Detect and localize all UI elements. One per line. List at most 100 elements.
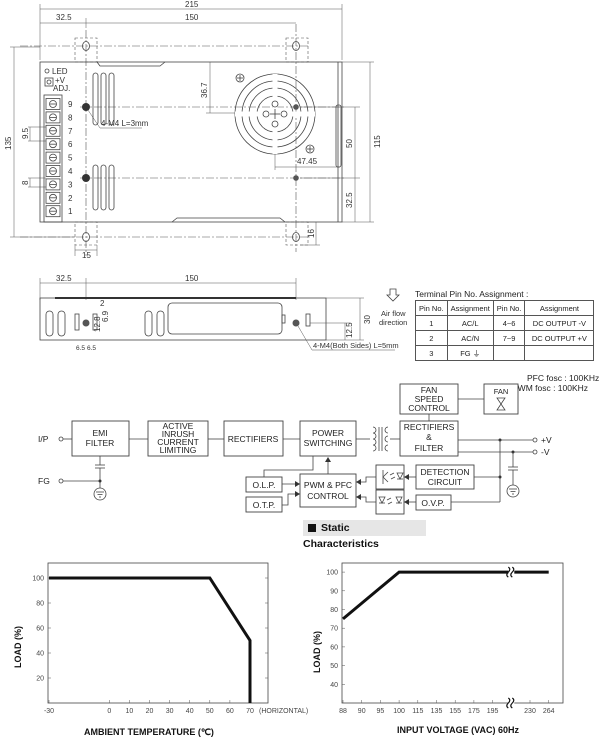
x-tick-label: 20 [146, 708, 154, 715]
detection-text: DETECTION [420, 467, 469, 477]
emi-filter-text: EMI [92, 428, 107, 438]
side-dim-pitch-a: 6.5 [76, 345, 85, 352]
y-tick-label: 100 [32, 576, 44, 583]
fan-speed-text: CONTROL [408, 403, 450, 413]
transformer-icon [372, 426, 389, 452]
table-cell: AC/L [446, 315, 494, 331]
pwm-pfc-text: PWM & PFC [304, 480, 352, 490]
chart-plot-area [341, 562, 564, 704]
terminal-pin-label: 2 [68, 194, 73, 203]
header-pin-no: Pin No. [415, 300, 448, 316]
terminal-pin-label: 8 [68, 113, 73, 122]
table-cell: 4~6 [492, 315, 526, 331]
terminal-pin-label: 7 [68, 127, 73, 136]
derating-line [49, 576, 252, 703]
chart-plot-area [47, 562, 269, 704]
side-view-drawing: 32.5 150 12.5 30 2 6.9 12.8 6.5 6.5 4-M4… [39, 274, 407, 352]
pwm-pfc-text: CONTROL [307, 491, 349, 501]
x-axis-label: INPUT VOLTAGE (VAC) 60Hz [397, 725, 520, 735]
dim-fan-offset-h: 47.45 [297, 157, 318, 166]
side-dim-pitch-b: 6.5 [87, 345, 96, 352]
dim-left-offset: 32.5 [56, 13, 72, 22]
y-tick-label: 80 [36, 601, 44, 608]
m4-hole-icon [293, 175, 299, 181]
emi-filter-text: FILTER [86, 438, 115, 448]
input-terminal-icon [58, 436, 64, 442]
top-view-drawing: 215 32.5 150 135 115 50 32.5 36.7 47.45 … [4, 0, 382, 260]
led-indicator-icon [44, 68, 50, 74]
table-row: 3 FG ⏚ [415, 345, 595, 361]
x-tick-label: 100 [393, 708, 405, 715]
x-tick-label: 115 [412, 708, 423, 715]
fan-grille [234, 73, 316, 155]
output-derating-vs-input-chart: LOAD (%) INPUT VOLTAGE (VAC) 60Hz 88 90 95… [312, 562, 564, 735]
x-tick-label: 175 [468, 708, 480, 715]
header-assignment: Assignment [446, 300, 494, 316]
x-tick-label: 60 [226, 708, 234, 715]
table-cell [524, 345, 595, 361]
terminal-pin-label: 5 [68, 154, 73, 163]
header-pin-no: Pin No. [492, 300, 526, 316]
voltage-adjust-pot-icon [44, 77, 54, 87]
table-cell: 2 [415, 330, 448, 346]
side-dim-height: 30 [363, 315, 372, 324]
side-dim-left-offset: 32.5 [56, 274, 72, 283]
terminal-pin-label: 6 [68, 140, 73, 149]
x-axis-note: (HORIZONTAL) [259, 708, 308, 715]
side-dim-screw-height: 12.5 [345, 322, 354, 338]
x-tick-label: -30 [44, 708, 54, 715]
output-neg-label: -V [541, 447, 550, 457]
table-cell [492, 345, 526, 361]
derating-curve-chart: LOAD (%) AMBIENT TEMPERATURE (℃) (HORIZO… [13, 562, 308, 737]
datasheet-drawing: 215 32.5 150 135 115 50 32.5 36.7 47.45 … [4, 0, 599, 737]
terminal-pin-label: 3 [68, 180, 73, 189]
terminal-pin-label: 9 [68, 100, 73, 109]
header-assignment: Assignment [524, 300, 595, 316]
side-m4-hole-icon [82, 319, 90, 327]
dim-tab-height: 16 [307, 229, 316, 238]
pwm-frequency: PWM fosc : 100KHz [512, 383, 588, 393]
y-tick-label: 60 [36, 626, 44, 633]
power-switching-text: POWER [312, 428, 344, 438]
rectifiers-text: RECTIFIERS [228, 434, 279, 444]
screw-note-top: 4-M4 L=3mm [101, 119, 149, 128]
x-tick-label: 155 [449, 708, 461, 715]
terminal-pin-table: Pin No. Assignment Pin No. Assignment 1A… [415, 300, 595, 361]
y-tick-label: 70 [330, 626, 338, 633]
terminal-pin-label: 1 [68, 207, 73, 216]
x-tick-label: 0 [107, 708, 111, 715]
table-cell: 3 [415, 345, 448, 361]
output-pos-label: +V [541, 435, 552, 445]
derating-line [342, 570, 549, 621]
fan-screw-icon [235, 73, 245, 83]
m4-hole-icon [293, 104, 299, 110]
side-dim-slot-height: 6.9 [101, 310, 110, 322]
power-switching-text: SWITCHING [304, 438, 353, 448]
airflow-label-1: Air flow [381, 309, 406, 318]
y-tick-label: 90 [330, 588, 338, 595]
y-tick-label: 50 [330, 663, 338, 670]
dim-tab-width: 15 [82, 251, 91, 260]
terminal-block: 9 8 7 6 5 4 3 2 1 [43, 94, 73, 223]
ground-icon [93, 487, 107, 501]
dim-body-width: 115 [373, 135, 382, 148]
table-cell: FG ⏚ [446, 345, 494, 361]
dim-hole-vertical: 50 [345, 139, 354, 148]
x-axis-label: AMBIENT TEMPERATURE (℃) [84, 727, 214, 737]
dim-terminal-gap: 8 [21, 180, 30, 185]
table-cell: DC OUTPUT +V [524, 330, 595, 346]
m4-hole-icon [82, 174, 90, 182]
x-tick-label: 50 [206, 708, 214, 715]
side-dim-hole-height: 12.8 [93, 316, 102, 332]
fan-text: FAN [494, 387, 509, 396]
block-diagram: PFC fosc : 100KHz PWM fosc : 100KHz I/P … [38, 373, 599, 515]
dim-overall-length: 215 [185, 0, 199, 9]
x-tick-label: 135 [431, 708, 443, 715]
table-cell: DC OUTPUT -V [524, 315, 595, 331]
dim-terminal-pitch: 9.5 [21, 127, 30, 139]
x-tick-label: 90 [358, 708, 366, 715]
output-pos-terminal-icon [532, 437, 538, 443]
table-row: 2 AC/N 7~9 DC OUTPUT +V [415, 330, 595, 346]
side-m4-hole-icon [292, 319, 300, 327]
otp-text: O.T.P. [253, 500, 276, 510]
